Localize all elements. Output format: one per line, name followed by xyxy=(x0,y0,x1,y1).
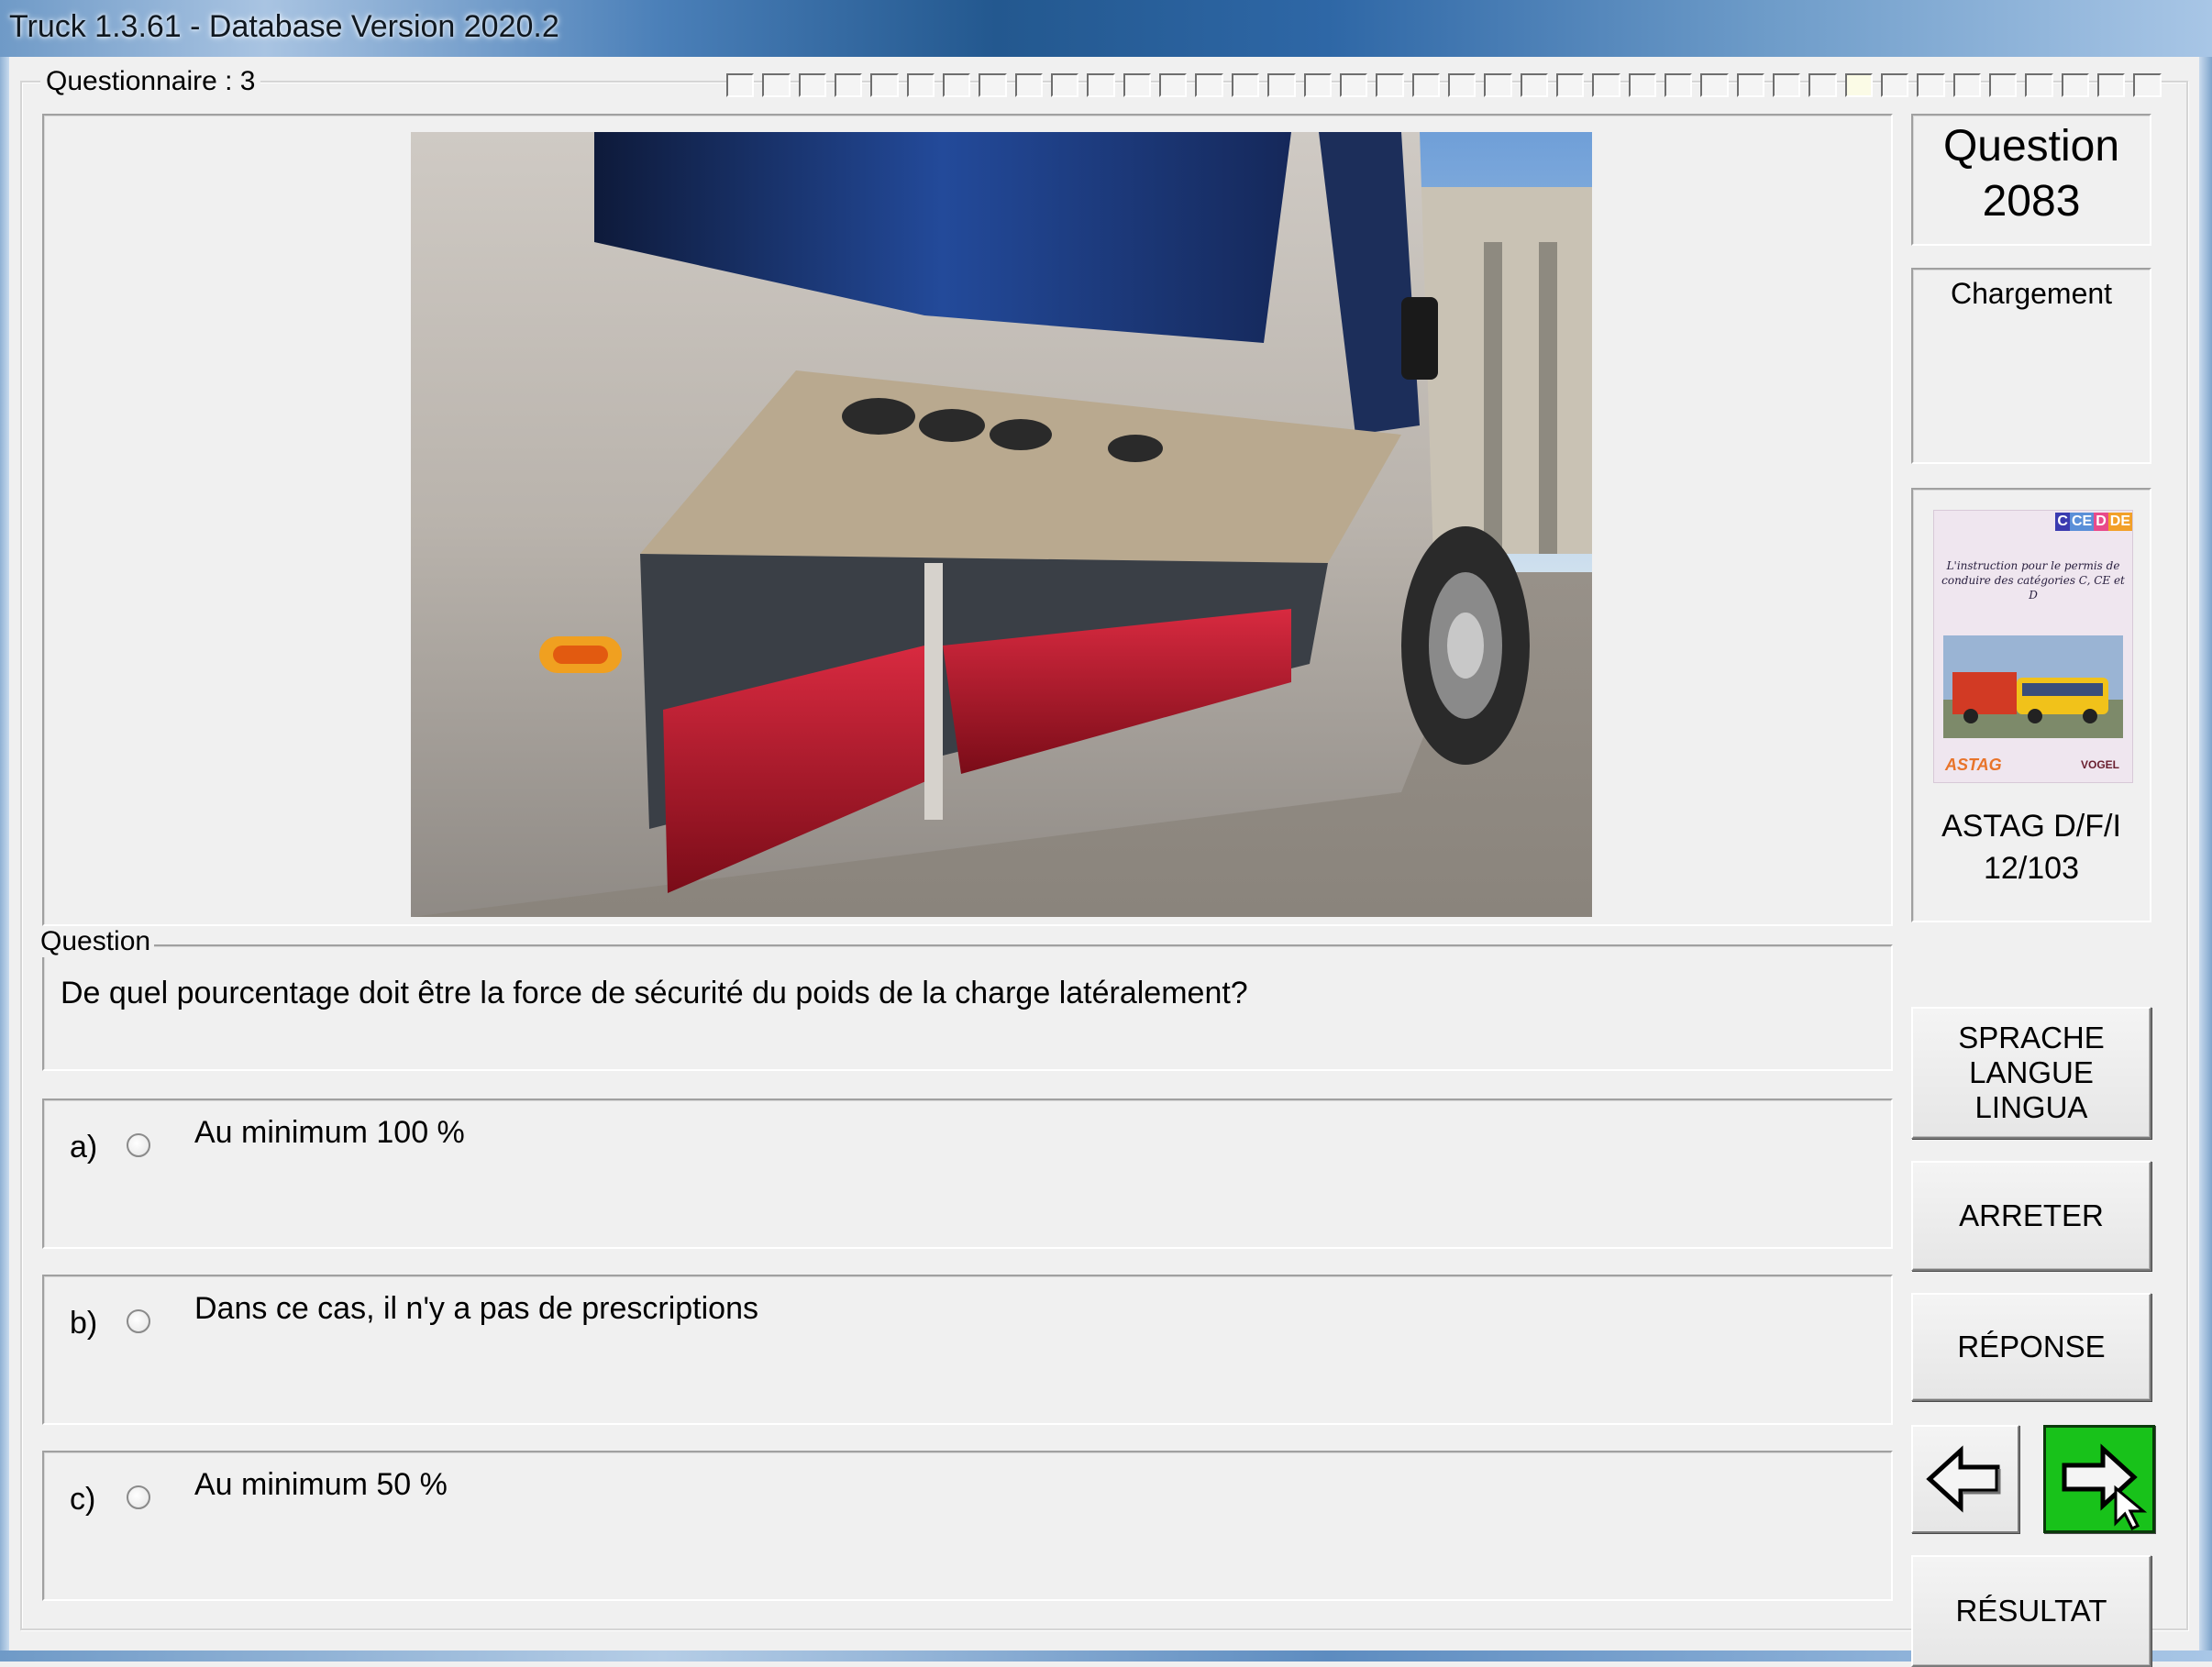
source-reference: ASTAG D/F/I 12/103 xyxy=(1913,805,2150,889)
book-description: L'instruction pour le permis de conduire… xyxy=(1941,559,2125,602)
progress-square xyxy=(1772,73,1801,97)
progress-square xyxy=(1628,73,1656,97)
answer-option-a[interactable]: a) Au minimum 100 % xyxy=(42,1098,1893,1249)
book-tag: DE xyxy=(2107,513,2132,531)
answer-radio-a[interactable] xyxy=(127,1133,150,1157)
progress-square xyxy=(1231,73,1260,97)
answer-letter: b) xyxy=(70,1306,98,1341)
question-legend: Question xyxy=(37,926,155,957)
progress-square xyxy=(1014,73,1044,97)
progress-square xyxy=(1664,73,1693,97)
progress-square xyxy=(2097,73,2126,97)
progress-square xyxy=(1339,73,1368,97)
answer-radio-b[interactable] xyxy=(127,1309,150,1333)
progress-square xyxy=(2133,73,2162,97)
arrow-left-icon xyxy=(1926,1445,2001,1513)
progress-square xyxy=(1736,73,1764,97)
progress-square xyxy=(835,73,863,97)
progress-square xyxy=(726,73,755,97)
answer-button[interactable]: RÉPONSE xyxy=(1911,1293,2151,1401)
progress-square xyxy=(1123,73,1152,97)
progress-square xyxy=(1952,73,1982,97)
progress-square xyxy=(1844,73,1873,97)
progress-square xyxy=(1592,73,1620,97)
progress-square xyxy=(1700,73,1729,97)
progress-square xyxy=(1303,73,1332,97)
answer-text: Dans ce cas, il n'y a pas de prescriptio… xyxy=(194,1291,759,1326)
answer-option-b[interactable]: b) Dans ce cas, il n'y a pas de prescrip… xyxy=(42,1275,1893,1425)
answer-option-c[interactable]: c) Au minimum 50 % xyxy=(42,1451,1893,1601)
app-window: Truck 1.3.61 - Database Version 2020.2 Q… xyxy=(0,0,2212,1667)
progress-square xyxy=(1051,73,1079,97)
question-number-label: Question xyxy=(1942,122,2120,171)
progress-square xyxy=(1808,73,1837,97)
source-book-box: C CE D DE L'instruction pour le permis d… xyxy=(1911,488,2151,922)
progress-square xyxy=(798,73,827,97)
progress-square xyxy=(1881,73,1909,97)
window-title: Truck 1.3.61 - Database Version 2020.2 xyxy=(9,9,559,44)
source-book-cover: C CE D DE L'instruction pour le permis d… xyxy=(1933,510,2133,783)
question-text: De quel pourcentage doit être la force d… xyxy=(61,976,1248,1010)
question-number-box: Question 2083 xyxy=(1911,114,2151,246)
source-pages: 12/103 xyxy=(1984,851,2079,886)
progress-square xyxy=(943,73,971,97)
progress-square xyxy=(1195,73,1223,97)
book-tag: C xyxy=(2055,513,2070,531)
source-book-name: ASTAG D/F/I xyxy=(1941,809,2121,844)
category-box: Chargement xyxy=(1911,268,2151,464)
progress-square xyxy=(1411,73,1440,97)
mouse-cursor-icon xyxy=(2114,1485,2148,1530)
answer-letter: a) xyxy=(70,1130,98,1165)
window-frame-right xyxy=(2199,57,2212,1661)
window-frame-left xyxy=(0,57,9,1661)
answer-text: Au minimum 100 % xyxy=(194,1115,465,1150)
progress-square xyxy=(1484,73,1512,97)
answer-radio-c[interactable] xyxy=(127,1485,150,1509)
book-publisher-logo: ASTAG xyxy=(1945,756,2002,774)
progress-square xyxy=(2061,73,2090,97)
progress-square xyxy=(762,73,791,97)
progress-square xyxy=(1917,73,1945,97)
progress-square xyxy=(1555,73,1585,97)
next-question-button[interactable] xyxy=(2043,1425,2155,1533)
language-button[interactable]: SPRACHE LANGUE LINGUA xyxy=(1911,1007,2151,1139)
question-progress-indicator xyxy=(726,73,2170,101)
book-publisher-logo-2: VOGEL xyxy=(2080,758,2119,771)
progress-square xyxy=(1376,73,1404,97)
title-bar[interactable]: Truck 1.3.61 - Database Version 2020.2 xyxy=(0,0,2212,57)
stop-button[interactable]: ARRETER xyxy=(1911,1161,2151,1271)
answer-letter: c) xyxy=(70,1482,96,1517)
book-cover-photo xyxy=(1943,635,2123,738)
progress-square xyxy=(906,73,935,97)
progress-square xyxy=(1267,73,1296,97)
progress-square xyxy=(870,73,899,97)
arrow-right-icon xyxy=(2062,1443,2148,1530)
progress-square xyxy=(1159,73,1188,97)
answer-text: Au minimum 50 % xyxy=(194,1467,448,1502)
question-photo xyxy=(411,132,1592,917)
progress-square xyxy=(1520,73,1548,97)
client-area: Questionnaire : 3 Question De quel pourc… xyxy=(9,57,2199,1667)
progress-square xyxy=(1087,73,1115,97)
question-image-panel xyxy=(42,114,1893,926)
result-button[interactable]: RÉSULTAT xyxy=(1911,1555,2151,1667)
book-category-tags: C CE D DE xyxy=(2055,513,2132,531)
book-tag: CE xyxy=(2069,513,2095,531)
question-number: 2083 xyxy=(1982,177,2081,226)
progress-square xyxy=(1989,73,2018,97)
book-tag: D xyxy=(2094,513,2108,531)
progress-square xyxy=(979,73,1007,97)
questionnaire-label: Questionnaire : 3 xyxy=(40,66,261,97)
window-frame-bottom xyxy=(0,1650,2212,1661)
progress-square xyxy=(2025,73,2053,97)
previous-question-button[interactable] xyxy=(1911,1425,2019,1533)
progress-square xyxy=(1447,73,1477,97)
question-category: Chargement xyxy=(1950,277,2113,310)
